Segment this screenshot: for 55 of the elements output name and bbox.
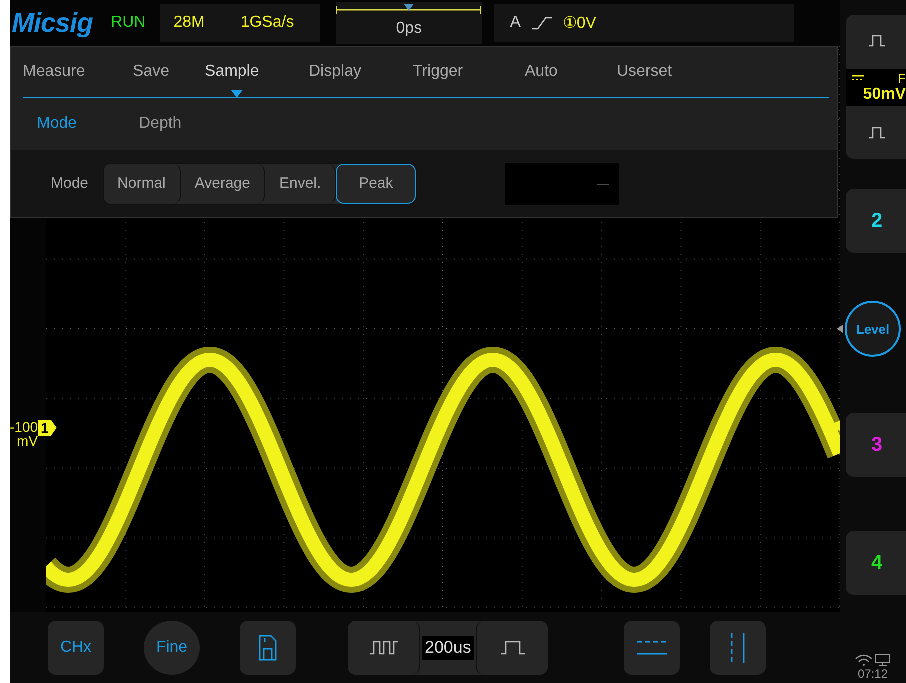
dc-coupling-icon [852,75,864,81]
channel-button[interactable]: 4 [846,531,906,595]
value-text: — [597,176,610,190]
vertical-cursor-button[interactable] [710,620,766,674]
channel-1-button[interactable]: F 50mV [846,15,906,159]
level-knob-button[interactable]: Level [845,301,901,357]
menu-tab[interactable]: Auto [525,47,617,97]
wifi-icon [855,654,873,666]
wide-pulse-icon [500,640,526,654]
menu-tab[interactable]: Display [309,47,413,97]
save-button[interactable] [240,620,296,674]
submenu-tab[interactable]: Depth [139,115,241,133]
menu-tab[interactable]: Userset [617,47,672,97]
logo: Micsig [12,8,94,38]
bandwidth-limit-label: F [898,70,906,86]
vertical-scale: 50mV [863,86,906,104]
save-icon [259,634,277,660]
channel-offset-unit: mV [17,434,38,448]
mode-option[interactable]: Average [180,164,266,204]
fine-adjust-button[interactable]: Fine [144,620,200,674]
rising-edge-icon [530,16,553,30]
menu-tab[interactable]: Measure [23,47,133,97]
horizontal-cursor-button[interactable] [624,620,680,674]
mode-option[interactable]: Peak [336,164,416,204]
mode-option[interactable]: Normal [104,164,181,204]
channel-select-button[interactable]: CHx [48,620,104,674]
position-ruler-icon [336,4,482,16]
horizontal-position: 0ps [396,20,422,38]
submenu-tab[interactable]: Mode [37,115,139,133]
pulse-icon [868,127,886,139]
horizontal-cursor-icon [637,640,668,656]
memory-depth: 28M [174,14,205,32]
trigger-source: A [510,14,521,32]
pulse-icon [868,35,886,47]
sample-rate: 1GSa/s [240,14,294,32]
monitor-icon [875,654,891,667]
vertical-cursor-icon [730,632,746,662]
mode-label: Mode [51,175,89,192]
timebase-increase-button[interactable] [476,620,548,674]
timebase-value: 200us [422,636,474,660]
trigger-level: ①0V [562,14,596,33]
channel-button[interactable]: 2 [846,189,906,253]
trigger-info-panel[interactable]: A ①0V [494,4,794,42]
left-arrow-icon [837,325,843,333]
narrow-pulse-icon [368,640,398,654]
channel-offset: -100 [10,420,38,434]
menu-tab[interactable]: Sample [205,47,309,97]
clock-time: 07:12 [858,667,888,681]
timebase-decrease-button[interactable] [348,620,420,674]
run-status: RUN [111,14,146,32]
mode-option[interactable]: Envel. [265,164,336,204]
menu-tab[interactable]: Save [133,47,205,97]
menu-tab[interactable]: Trigger [413,47,525,97]
horizontal-position-panel[interactable]: 0ps [336,2,482,44]
channel-button[interactable]: 3 [846,413,906,477]
